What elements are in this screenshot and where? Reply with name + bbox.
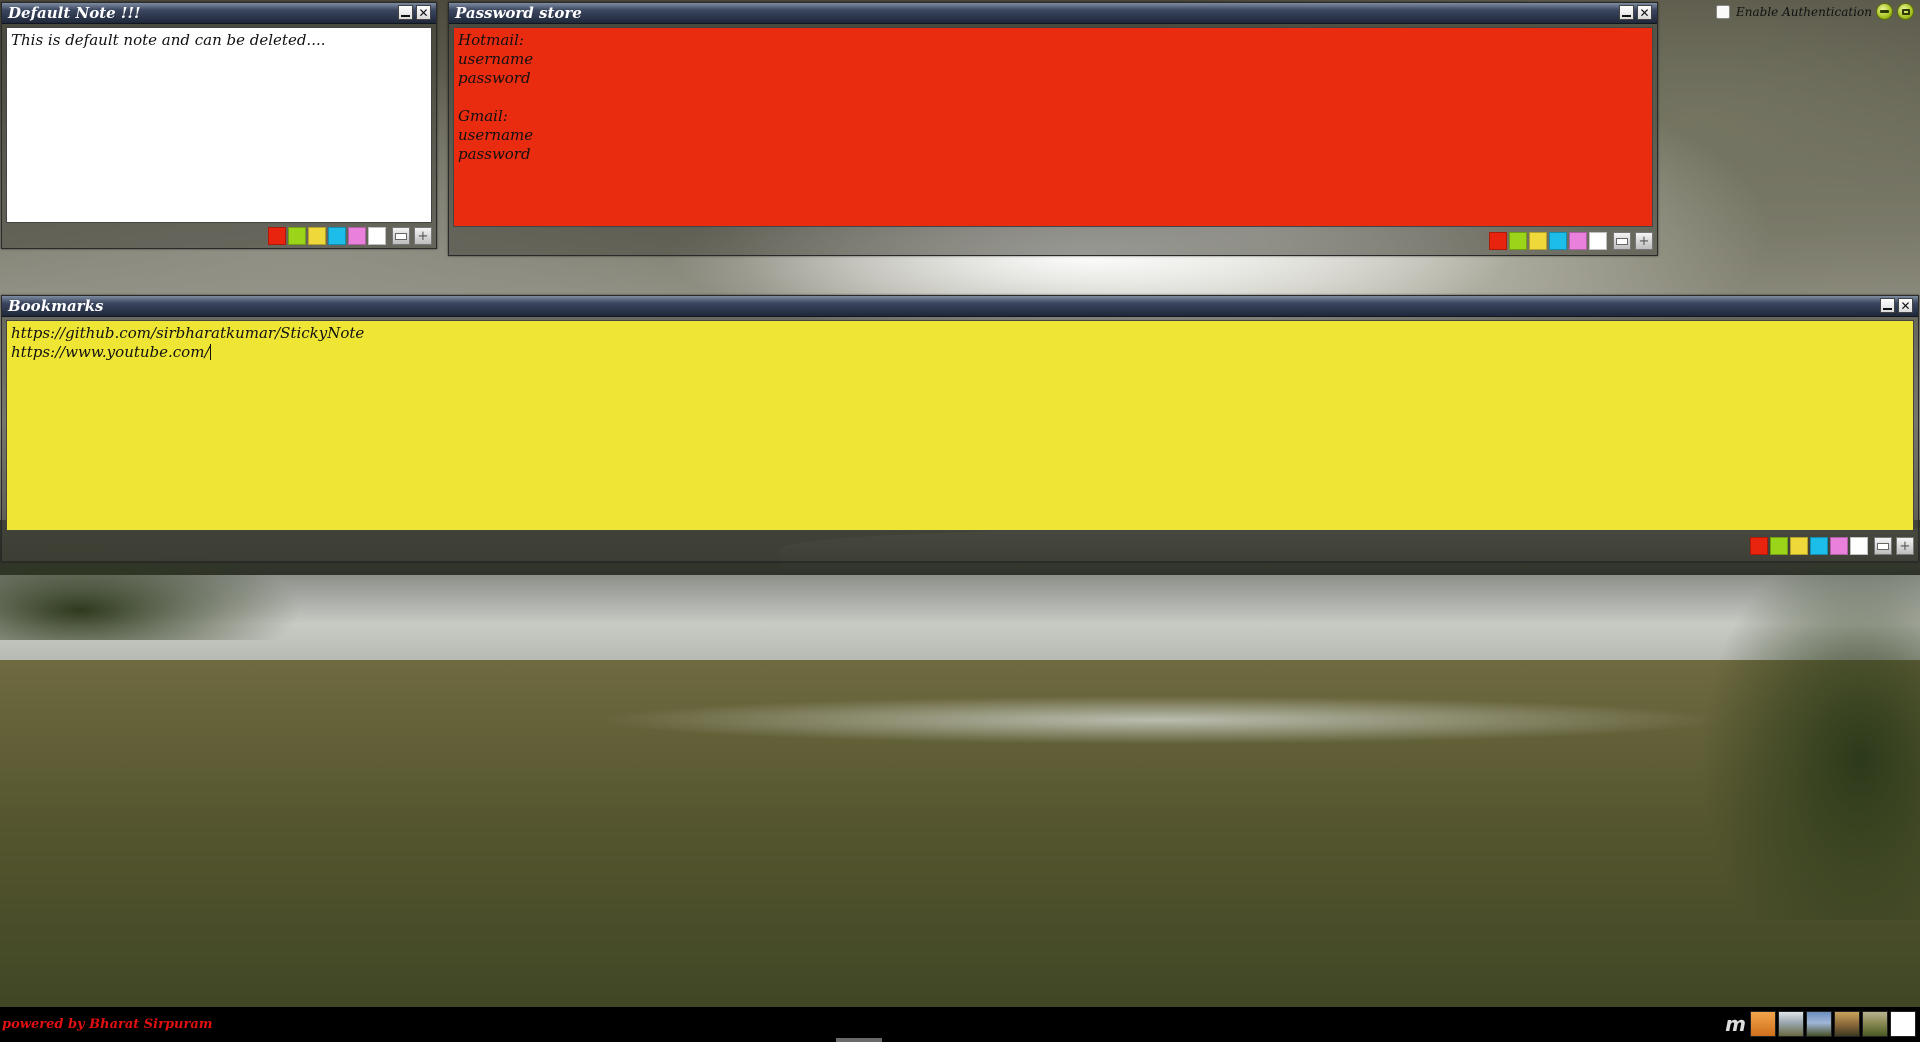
- scroll-handle[interactable]: [836, 1038, 882, 1042]
- minimize-icon: [401, 15, 410, 17]
- color-swatch[interactable]: [1750, 537, 1768, 555]
- note-textarea[interactable]: Hotmail: username password Gmail: userna…: [453, 27, 1653, 227]
- color-swatch[interactable]: [328, 227, 346, 245]
- wallpaper-thumbnail[interactable]: [1862, 1011, 1888, 1037]
- color-swatch[interactable]: [1830, 537, 1848, 555]
- note-titlebar[interactable]: Default Note !!! ✕: [2, 3, 436, 24]
- app-minimize-button[interactable]: [1876, 3, 1893, 20]
- color-swatch[interactable]: [1810, 537, 1828, 555]
- color-swatch[interactable]: [1770, 537, 1788, 555]
- note-text: https://github.com/sirbharatkumar/Sticky…: [11, 324, 365, 361]
- note-color-toolbar: +: [268, 227, 432, 245]
- color-swatch[interactable]: [1489, 232, 1507, 250]
- enable-authentication[interactable]: Enable Authentication: [1716, 3, 1872, 21]
- minimize-icon: [1883, 308, 1892, 310]
- wallpaper-thumbnail[interactable]: [1806, 1011, 1832, 1037]
- wallpaper-thumbnail[interactable]: [1778, 1011, 1804, 1037]
- color-swatch[interactable]: [308, 227, 326, 245]
- note-minimize-button[interactable]: [398, 5, 413, 20]
- close-icon: ✕: [1639, 5, 1650, 20]
- folder-thumbnail-icon[interactable]: [1750, 1011, 1776, 1037]
- m-logo-icon: m: [1725, 1012, 1746, 1036]
- close-icon: ✕: [1900, 298, 1911, 313]
- color-swatch[interactable]: [1589, 232, 1607, 250]
- sticky-note-default[interactable]: Default Note !!! ✕ This is default note …: [1, 2, 437, 249]
- note-close-button[interactable]: ✕: [1637, 5, 1652, 20]
- note-minimize-button[interactable]: [1880, 298, 1895, 313]
- minimize-icon: [1622, 15, 1631, 17]
- add-note-icon[interactable]: +: [414, 227, 432, 245]
- keyboard-icon[interactable]: [392, 227, 410, 245]
- color-swatch[interactable]: [1529, 232, 1547, 250]
- note-close-button[interactable]: ✕: [1898, 298, 1913, 313]
- water-puddles: [560, 690, 1760, 750]
- note-textarea[interactable]: https://github.com/sirbharatkumar/Sticky…: [6, 320, 1914, 531]
- keyboard-glyph: [1877, 542, 1889, 550]
- add-note-icon[interactable]: +: [1635, 232, 1653, 250]
- sticky-note-bookmarks[interactable]: Bookmarks ✕ https://github.com/sirbharat…: [1, 295, 1919, 562]
- minus-icon: [1880, 10, 1889, 13]
- keyboard-glyph: [1616, 237, 1628, 245]
- authentication-checkbox[interactable]: [1716, 5, 1730, 19]
- color-swatch[interactable]: [1569, 232, 1587, 250]
- keyboard-icon[interactable]: [1874, 537, 1892, 555]
- add-note-icon[interactable]: +: [1896, 537, 1914, 555]
- sticky-note-password-store[interactable]: Password store ✕ Hotmail: username passw…: [448, 2, 1658, 256]
- color-swatch[interactable]: [1509, 232, 1527, 250]
- note-title: Bookmarks: [8, 297, 104, 315]
- note-title: Default Note !!!: [8, 4, 141, 22]
- color-swatch[interactable]: [1549, 232, 1567, 250]
- color-swatch[interactable]: [1790, 537, 1808, 555]
- note-color-toolbar: +: [1489, 232, 1653, 250]
- color-swatch[interactable]: [368, 227, 386, 245]
- note-close-button[interactable]: ✕: [416, 5, 431, 20]
- app-restore-button[interactable]: [1897, 3, 1914, 20]
- text-caret: [209, 344, 211, 360]
- note-color-toolbar: +: [1750, 537, 1914, 555]
- wallpaper-thumbnail[interactable]: [1834, 1011, 1860, 1037]
- wallpaper-thumbnails: m: [1725, 1011, 1916, 1037]
- color-swatch[interactable]: [268, 227, 286, 245]
- color-swatch[interactable]: [348, 227, 366, 245]
- note-textarea[interactable]: This is default note and can be deleted.…: [6, 27, 432, 223]
- note-titlebar[interactable]: Bookmarks ✕: [2, 296, 1918, 317]
- footer-bar: powered by Bharat Sirpuram m: [0, 1007, 1920, 1042]
- keyboard-glyph: [395, 232, 407, 240]
- note-minimize-button[interactable]: [1619, 5, 1634, 20]
- keyboard-icon[interactable]: [1613, 232, 1631, 250]
- trees-right: [1660, 560, 1920, 920]
- wallpaper-thumbnail[interactable]: [1890, 1011, 1916, 1037]
- restore-icon: [1901, 8, 1910, 15]
- note-title: Password store: [455, 4, 582, 22]
- note-titlebar[interactable]: Password store ✕: [449, 3, 1657, 24]
- powered-by-label: powered by Bharat Sirpuram: [2, 1017, 213, 1032]
- authentication-label: Enable Authentication: [1736, 5, 1873, 19]
- close-icon: ✕: [418, 5, 429, 20]
- color-swatch[interactable]: [1850, 537, 1868, 555]
- color-swatch[interactable]: [288, 227, 306, 245]
